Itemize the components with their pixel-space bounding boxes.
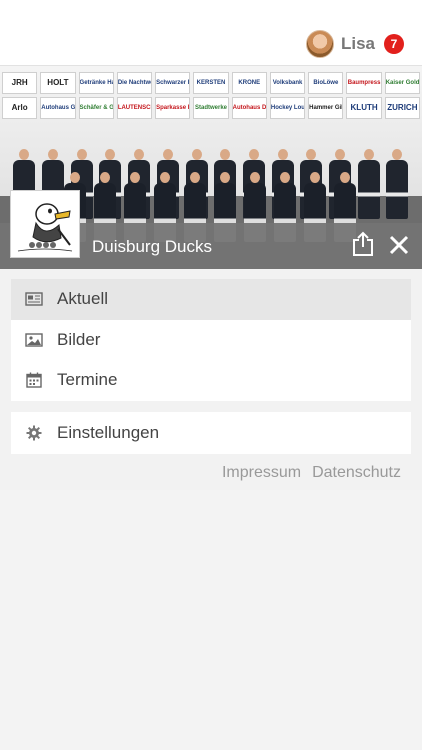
avatar[interactable]: [305, 30, 334, 58]
impressum-link[interactable]: Impressum: [222, 464, 301, 482]
player: [357, 149, 380, 219]
image-icon: [25, 331, 43, 349]
sponsor-logo: Hammer Gilde: [308, 97, 344, 119]
menu-item-aktuell[interactable]: Aktuell: [11, 279, 411, 320]
footer-links: Impressum Datenschutz: [222, 464, 401, 482]
calendar-icon: [25, 371, 43, 389]
sponsor-logos: JRH HOLT Getränke Hammerschmidt Die Nach…: [2, 72, 420, 119]
sponsor-logo: Baumpress: [346, 72, 382, 94]
sponsor-logo: Die Nachtwelt: [116, 72, 153, 94]
sponsor-logo: Autohaus Goldbeck: [40, 97, 76, 119]
close-icon: [389, 235, 409, 255]
sponsor-logo: LAUTENSCHLÄGER: [116, 97, 153, 119]
empty-content-area: [0, 490, 422, 750]
sponsor-logo: Getränke Hammerschmidt: [78, 72, 114, 94]
sponsor-logo: Schwarzer Immobilien: [155, 72, 191, 94]
sponsor-logo: Hockey Lounge: [269, 97, 306, 119]
sponsor-logo: ZURICH: [384, 97, 420, 119]
menu-item-label: Termine: [57, 370, 118, 390]
club-name: Duisburg Ducks: [92, 237, 212, 256]
sponsor-logo: Sparkasse Duisburg: [155, 97, 191, 119]
sponsor-logo: HOLT: [40, 72, 76, 94]
close-button[interactable]: [386, 232, 412, 258]
datenschutz-link[interactable]: Datenschutz: [312, 464, 401, 482]
gear-icon: [25, 424, 43, 442]
duck-mascot-icon: [17, 203, 73, 252]
top-bar: Lisa 7: [0, 0, 422, 66]
sponsor-logo: Schäfer & Großbecker: [78, 97, 114, 119]
notification-badge[interactable]: 7: [384, 34, 404, 54]
menu-item-label: Bilder: [57, 329, 101, 349]
sponsor-logo: KERSTEN: [193, 72, 229, 94]
menu-item-bilder[interactable]: Bilder: [11, 320, 411, 361]
share-icon: [353, 231, 373, 256]
settings-menu: Einstellungen: [11, 412, 411, 454]
menu-item-einstellungen[interactable]: Einstellungen: [11, 412, 411, 454]
sponsor-logo: Autohaus Duisburg: [231, 97, 267, 119]
sponsor-logo: BioLöwe: [308, 72, 344, 94]
sponsor-logo: Volksbank: [269, 72, 306, 94]
user-profile[interactable]: Lisa 7: [305, 29, 404, 59]
share-button[interactable]: [351, 230, 375, 258]
newspaper-icon: [25, 290, 43, 308]
player: [386, 149, 409, 219]
user-name[interactable]: Lisa: [341, 34, 375, 54]
sponsor-logo: JRH: [2, 72, 38, 94]
menu-item-termine[interactable]: Termine: [11, 360, 411, 401]
menu-item-label: Aktuell: [57, 289, 109, 309]
sponsor-logo: Kaiser Gold: [384, 72, 420, 94]
sponsor-logo: KRONE: [231, 72, 267, 94]
sponsor-logo: KLUTH: [346, 97, 382, 119]
sponsor-logo: Stadtwerke: [193, 97, 229, 119]
sponsor-logo: Arlo: [2, 97, 38, 119]
main-menu: Aktuell Bilder Termine: [11, 279, 411, 401]
menu-item-label: Einstellungen: [57, 423, 160, 442]
club-logo: [10, 190, 80, 258]
